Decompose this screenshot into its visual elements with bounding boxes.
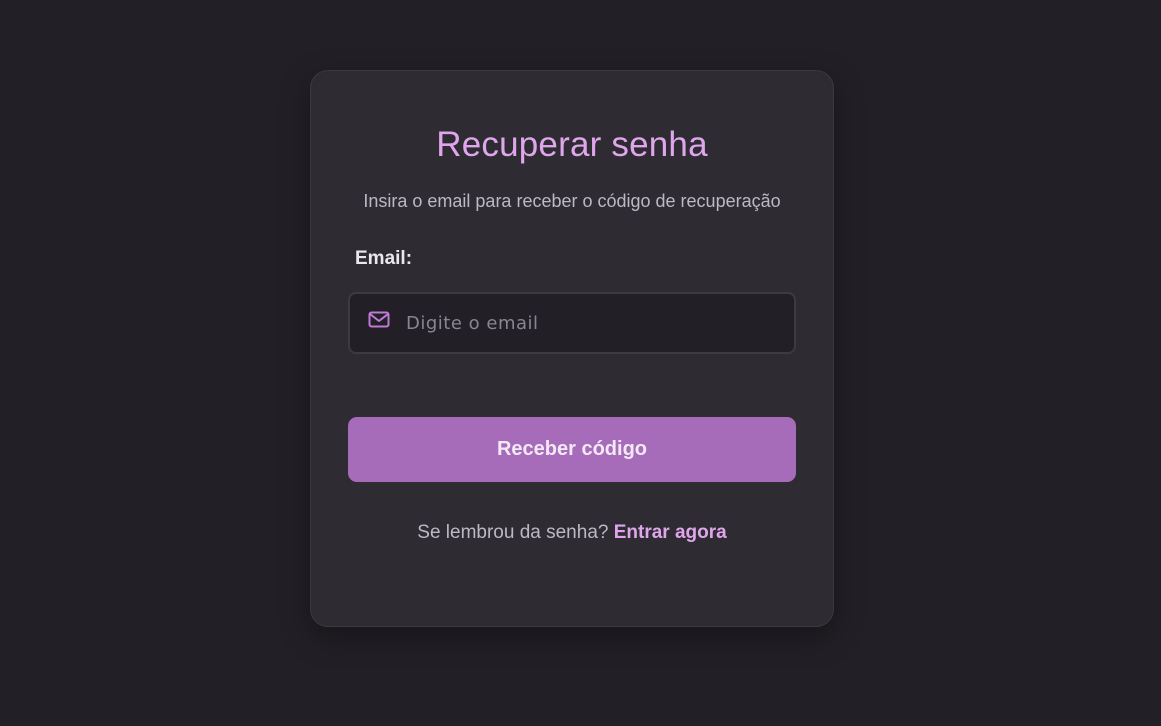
- page-title: Recuperar senha: [436, 125, 708, 164]
- login-prompt: Se lembrou da senha? Entrar agora: [311, 522, 833, 544]
- recover-password-card: Recuperar senha Insira o email para rece…: [310, 70, 834, 627]
- email-label: Email:: [355, 248, 413, 269]
- login-now-link[interactable]: Entrar agora: [614, 522, 727, 543]
- email-field-wrapper[interactable]: [348, 292, 796, 354]
- email-input[interactable]: [406, 294, 786, 352]
- login-prompt-text: Se lembrou da senha?: [417, 522, 609, 543]
- receive-code-button[interactable]: Receber código: [348, 417, 796, 482]
- page-subtitle: Insira o email para receber o código de …: [363, 191, 781, 211]
- mail-icon: [368, 311, 390, 329]
